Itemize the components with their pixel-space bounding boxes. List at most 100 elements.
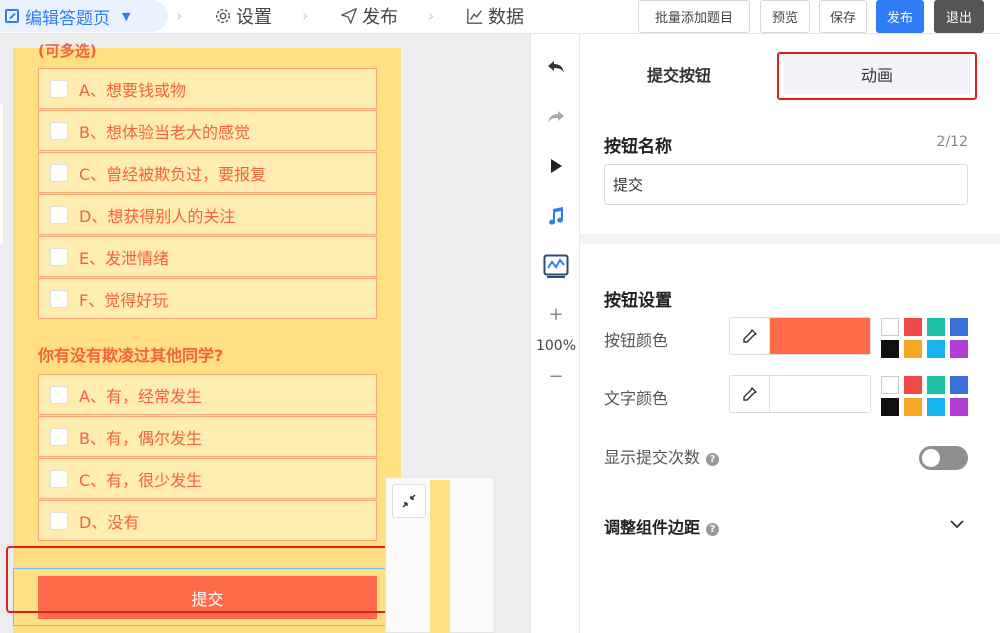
panel-tabs: 提交按钮 动画	[580, 34, 1000, 104]
nav-publish[interactable]: 发布	[340, 3, 398, 29]
color-preset[interactable]	[950, 340, 968, 358]
checkbox[interactable]	[50, 289, 68, 308]
option-label: D、没有	[79, 512, 140, 532]
help-icon[interactable]: ?	[706, 453, 720, 466]
nav-separator: ›	[176, 6, 183, 25]
color-preset[interactable]	[927, 398, 945, 416]
option-q1-d[interactable]: D、想获得别人的关注	[38, 194, 377, 235]
eyedropper-icon[interactable]	[730, 376, 770, 412]
color-preset[interactable]	[904, 318, 922, 336]
checkbox[interactable]	[50, 79, 68, 98]
nav-publish-label: 发布	[362, 7, 398, 28]
question-2-title: 你有没有欺凌过其他同学?	[38, 346, 224, 365]
option-q1-f[interactable]: F、觉得好玩	[38, 278, 377, 319]
button-name-input[interactable]: 提交	[604, 164, 968, 205]
undo-icon[interactable]	[531, 58, 581, 76]
eyedropper-icon[interactable]	[730, 318, 770, 354]
option-label: B、想体验当老大的感觉	[79, 122, 250, 142]
button-color-label: 按钮颜色	[604, 331, 669, 350]
nav-data[interactable]: 数据	[466, 3, 524, 29]
highlight-animation-tab	[777, 52, 977, 100]
color-preset[interactable]	[904, 376, 922, 394]
publish-button[interactable]: 发布	[876, 0, 924, 33]
color-preset[interactable]	[881, 318, 899, 336]
button-color-field[interactable]	[729, 317, 871, 355]
question-partial-text: (可多选)	[38, 42, 97, 60]
checkbox[interactable]	[50, 511, 68, 530]
adjust-margin-row[interactable]: 调整组件边距?	[604, 514, 720, 538]
option-label: C、有，很少发生	[79, 470, 203, 490]
color-preset[interactable]	[927, 318, 945, 336]
show-submit-count-row: 显示提交次数?	[604, 444, 720, 468]
mini-map-page[interactable]	[430, 480, 450, 633]
play-icon[interactable]	[531, 158, 581, 174]
nav-separator: ›	[428, 6, 435, 25]
nav-settings[interactable]: 设置	[214, 3, 272, 29]
music-icon[interactable]	[531, 206, 581, 226]
checkbox[interactable]	[50, 469, 68, 488]
text-color-swatch[interactable]	[770, 376, 870, 412]
top-bar: 编辑答题页 ▼ › 设置 › 发布 › 数据 批量添加题目 预览 保存 发布 退…	[0, 0, 1000, 34]
button-color-presets	[881, 318, 969, 358]
color-preset[interactable]	[950, 318, 968, 336]
mini-map[interactable]	[385, 477, 495, 633]
option-q1-c[interactable]: C、曾经被欺负过，要报复	[38, 152, 377, 193]
color-preset[interactable]	[881, 376, 899, 394]
color-preset[interactable]	[904, 340, 922, 358]
color-preset[interactable]	[927, 376, 945, 394]
text-color-field[interactable]	[729, 375, 871, 413]
vertical-toolbar: + 100% −	[530, 34, 580, 633]
checkbox[interactable]	[50, 247, 68, 266]
option-q2-c[interactable]: C、有，很少发生	[38, 458, 377, 499]
nav-separator: ›	[302, 6, 309, 25]
batch-add-button[interactable]: 批量添加题目	[638, 0, 750, 33]
tab-submit-button[interactable]: 提交按钮	[604, 54, 754, 94]
text-color-label: 文字颜色	[604, 389, 669, 408]
nav-settings-label: 设置	[236, 7, 272, 28]
zoom-out-button[interactable]: −	[531, 366, 581, 387]
button-name-label: 按钮名称	[604, 137, 672, 157]
editor-canvas: (可多选) A、想要钱或物 B、想体验当老大的感觉 C、曾经被欺负过，要报复 D…	[0, 34, 530, 633]
checkbox[interactable]	[50, 121, 68, 140]
adjust-margin-label: 调整组件边距	[604, 518, 701, 537]
color-preset[interactable]	[950, 398, 968, 416]
canvas-edge	[0, 104, 3, 244]
checkbox[interactable]	[50, 205, 68, 224]
nav-edit-page[interactable]: 编辑答题页 ▼	[0, 0, 168, 32]
option-q2-d[interactable]: D、没有	[38, 500, 377, 541]
color-preset[interactable]	[927, 340, 945, 358]
chevron-down-icon[interactable]	[950, 514, 964, 533]
redo-icon[interactable]	[531, 108, 581, 126]
checkbox[interactable]	[50, 163, 68, 182]
option-label: C、曾经被欺负过，要报复	[79, 164, 267, 184]
help-icon[interactable]: ?	[706, 523, 720, 536]
option-label: B、有，偶尔发生	[79, 428, 202, 448]
analytics-icon[interactable]	[531, 254, 581, 278]
color-preset[interactable]	[904, 398, 922, 416]
option-q1-e[interactable]: E、发泄情绪	[38, 236, 377, 277]
toggle-knob	[922, 449, 940, 467]
text-color-presets	[881, 376, 969, 416]
color-preset[interactable]	[881, 398, 899, 416]
color-preset[interactable]	[950, 376, 968, 394]
exit-button[interactable]: 退出	[934, 0, 984, 33]
option-q1-a[interactable]: A、想要钱或物	[38, 68, 377, 109]
caret-down-icon[interactable]: ▼	[122, 10, 130, 23]
option-q2-a[interactable]: A、有，经常发生	[38, 374, 377, 415]
collapse-icon[interactable]	[392, 484, 426, 518]
save-button[interactable]: 保存	[819, 0, 867, 33]
edit-icon	[5, 9, 19, 23]
button-color-swatch[interactable]	[770, 318, 870, 354]
preview-button[interactable]: 预览	[760, 0, 810, 33]
show-submit-count-toggle[interactable]	[919, 446, 968, 470]
checkbox[interactable]	[50, 385, 68, 404]
checkbox[interactable]	[50, 427, 68, 446]
option-q1-b[interactable]: B、想体验当老大的感觉	[38, 110, 377, 151]
option-label: F、觉得好玩	[79, 290, 169, 310]
zoom-in-button[interactable]: +	[531, 304, 581, 325]
line-chart-icon	[467, 8, 483, 24]
color-preset[interactable]	[881, 340, 899, 358]
button-settings-title: 按钮设置	[604, 291, 672, 311]
properties-panel: 提交按钮 动画 按钮名称 2/12 提交 按钮设置 按钮颜色 文字颜色 显示提交…	[580, 34, 1000, 633]
option-q2-b[interactable]: B、有，偶尔发生	[38, 416, 377, 457]
